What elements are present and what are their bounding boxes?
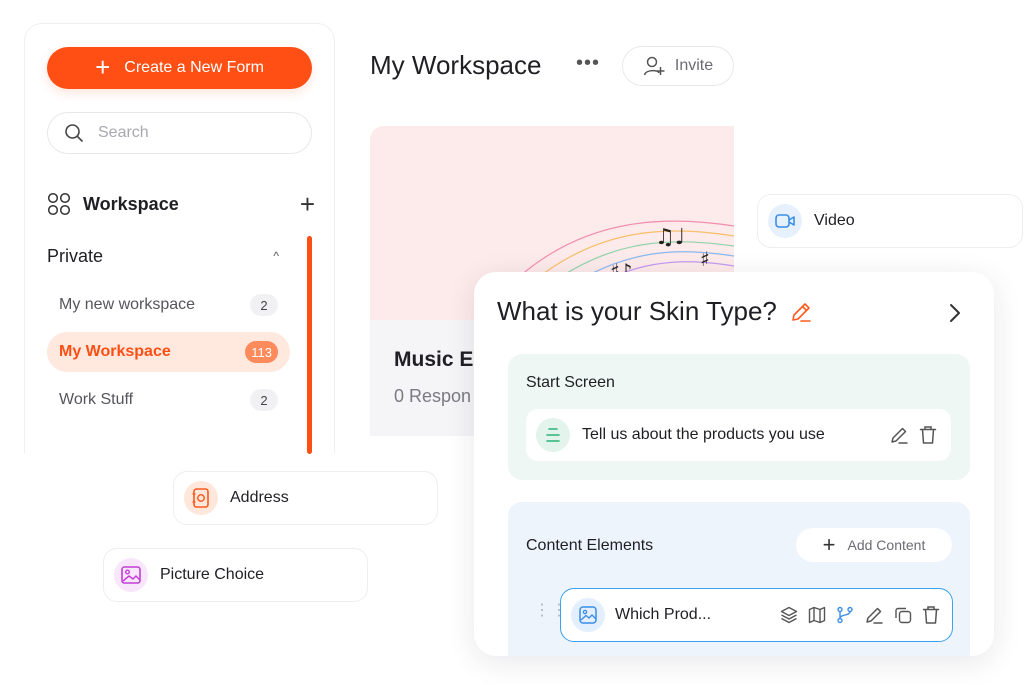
address-book-icon	[184, 481, 218, 515]
sidebar-item-label: My new workspace	[59, 296, 196, 313]
search-placeholder: Search	[98, 124, 149, 141]
address-label: Address	[230, 489, 289, 506]
sidebar-item-work-stuff[interactable]: Work Stuff 2	[47, 380, 290, 420]
map-icon[interactable]	[808, 606, 826, 624]
svg-text:♫♩: ♫♩	[655, 225, 685, 250]
count-badge: 2	[250, 294, 278, 316]
start-item-text: Tell us about the products you use	[582, 426, 825, 443]
video-label: Video	[814, 212, 855, 229]
video-chip[interactable]: Video	[757, 194, 1023, 248]
question-title-text: What is your Skin Type?	[497, 296, 777, 326]
picture-choice-chip[interactable]: Picture Choice	[103, 548, 368, 602]
plus-icon: +	[95, 51, 111, 82]
create-form-button[interactable]: + Create a New Form	[47, 47, 312, 89]
private-label: Private	[47, 245, 104, 266]
chevron-up-icon: ^	[273, 249, 279, 263]
form-responses: 0 Respon	[394, 386, 472, 406]
add-content-button[interactable]: + Add Content	[796, 528, 952, 562]
question-item-tools	[780, 605, 940, 625]
workspace-grid-icon	[47, 192, 71, 216]
branch-icon[interactable]	[836, 606, 854, 624]
count-badge: 2	[250, 389, 278, 411]
layers-icon[interactable]	[780, 606, 798, 624]
private-section-toggle[interactable]: Private ^	[47, 244, 279, 268]
form-title: Music E	[394, 348, 474, 371]
picture-choice-label: Picture Choice	[160, 566, 265, 583]
invite-label: Invite	[674, 57, 714, 74]
address-chip[interactable]: Address	[173, 471, 438, 525]
page-title: My Workspace	[370, 50, 542, 80]
add-user-icon	[643, 55, 665, 77]
chevron-right-icon[interactable]	[948, 302, 962, 324]
more-options-icon[interactable]: •••	[576, 52, 600, 75]
sidebar-item-my-workspace[interactable]: My Workspace 113	[47, 332, 290, 372]
sidebar-item-label: My Workspace	[59, 343, 171, 360]
add-content-label: Add Content	[847, 537, 926, 553]
workspace-heading: Workspace	[83, 193, 179, 214]
edit-icon[interactable]	[889, 425, 909, 445]
image-icon	[571, 598, 605, 632]
start-screen-section: Start Screen Tell us about the products …	[508, 354, 970, 480]
edit-icon[interactable]	[864, 605, 884, 625]
content-elements-section: Content Elements + Add Content ⋮⋮ Which …	[508, 502, 970, 656]
search-input[interactable]: Search	[47, 112, 312, 154]
content-elements-label: Content Elements	[526, 537, 654, 554]
start-screen-item[interactable]: Tell us about the products you use	[526, 409, 951, 461]
svg-text:♯: ♯	[700, 247, 710, 271]
duplicate-icon[interactable]	[894, 606, 912, 624]
create-form-label: Create a New Form	[124, 59, 264, 76]
sidebar: + Create a New Form Search Workspace + P…	[24, 23, 335, 454]
plus-icon: +	[822, 532, 836, 557]
search-icon	[64, 123, 84, 143]
start-screen-label: Start Screen	[526, 374, 615, 391]
sidebar-item-my-new-workspace[interactable]: My new workspace 2	[47, 285, 290, 325]
text-align-icon	[536, 418, 570, 452]
workspace-header: Workspace +	[47, 191, 315, 217]
add-workspace-icon[interactable]: +	[300, 191, 315, 217]
question-title: What is your Skin Type?	[497, 296, 813, 327]
sidebar-scrollbar[interactable]	[307, 236, 312, 454]
delete-icon[interactable]	[919, 425, 937, 445]
start-item-tools	[889, 425, 937, 445]
edit-title-icon[interactable]	[789, 300, 813, 324]
question-editor-card: What is your Skin Type? Start Screen Tel…	[474, 272, 994, 656]
video-icon	[768, 204, 802, 238]
count-badge: 113	[245, 341, 278, 363]
image-icon	[114, 558, 148, 592]
delete-icon[interactable]	[922, 605, 940, 625]
invite-button[interactable]: Invite	[622, 46, 734, 86]
sidebar-item-label: Work Stuff	[59, 391, 134, 408]
question-item-text: Which Prod...	[615, 606, 712, 623]
question-item[interactable]: Which Prod...	[560, 588, 953, 642]
